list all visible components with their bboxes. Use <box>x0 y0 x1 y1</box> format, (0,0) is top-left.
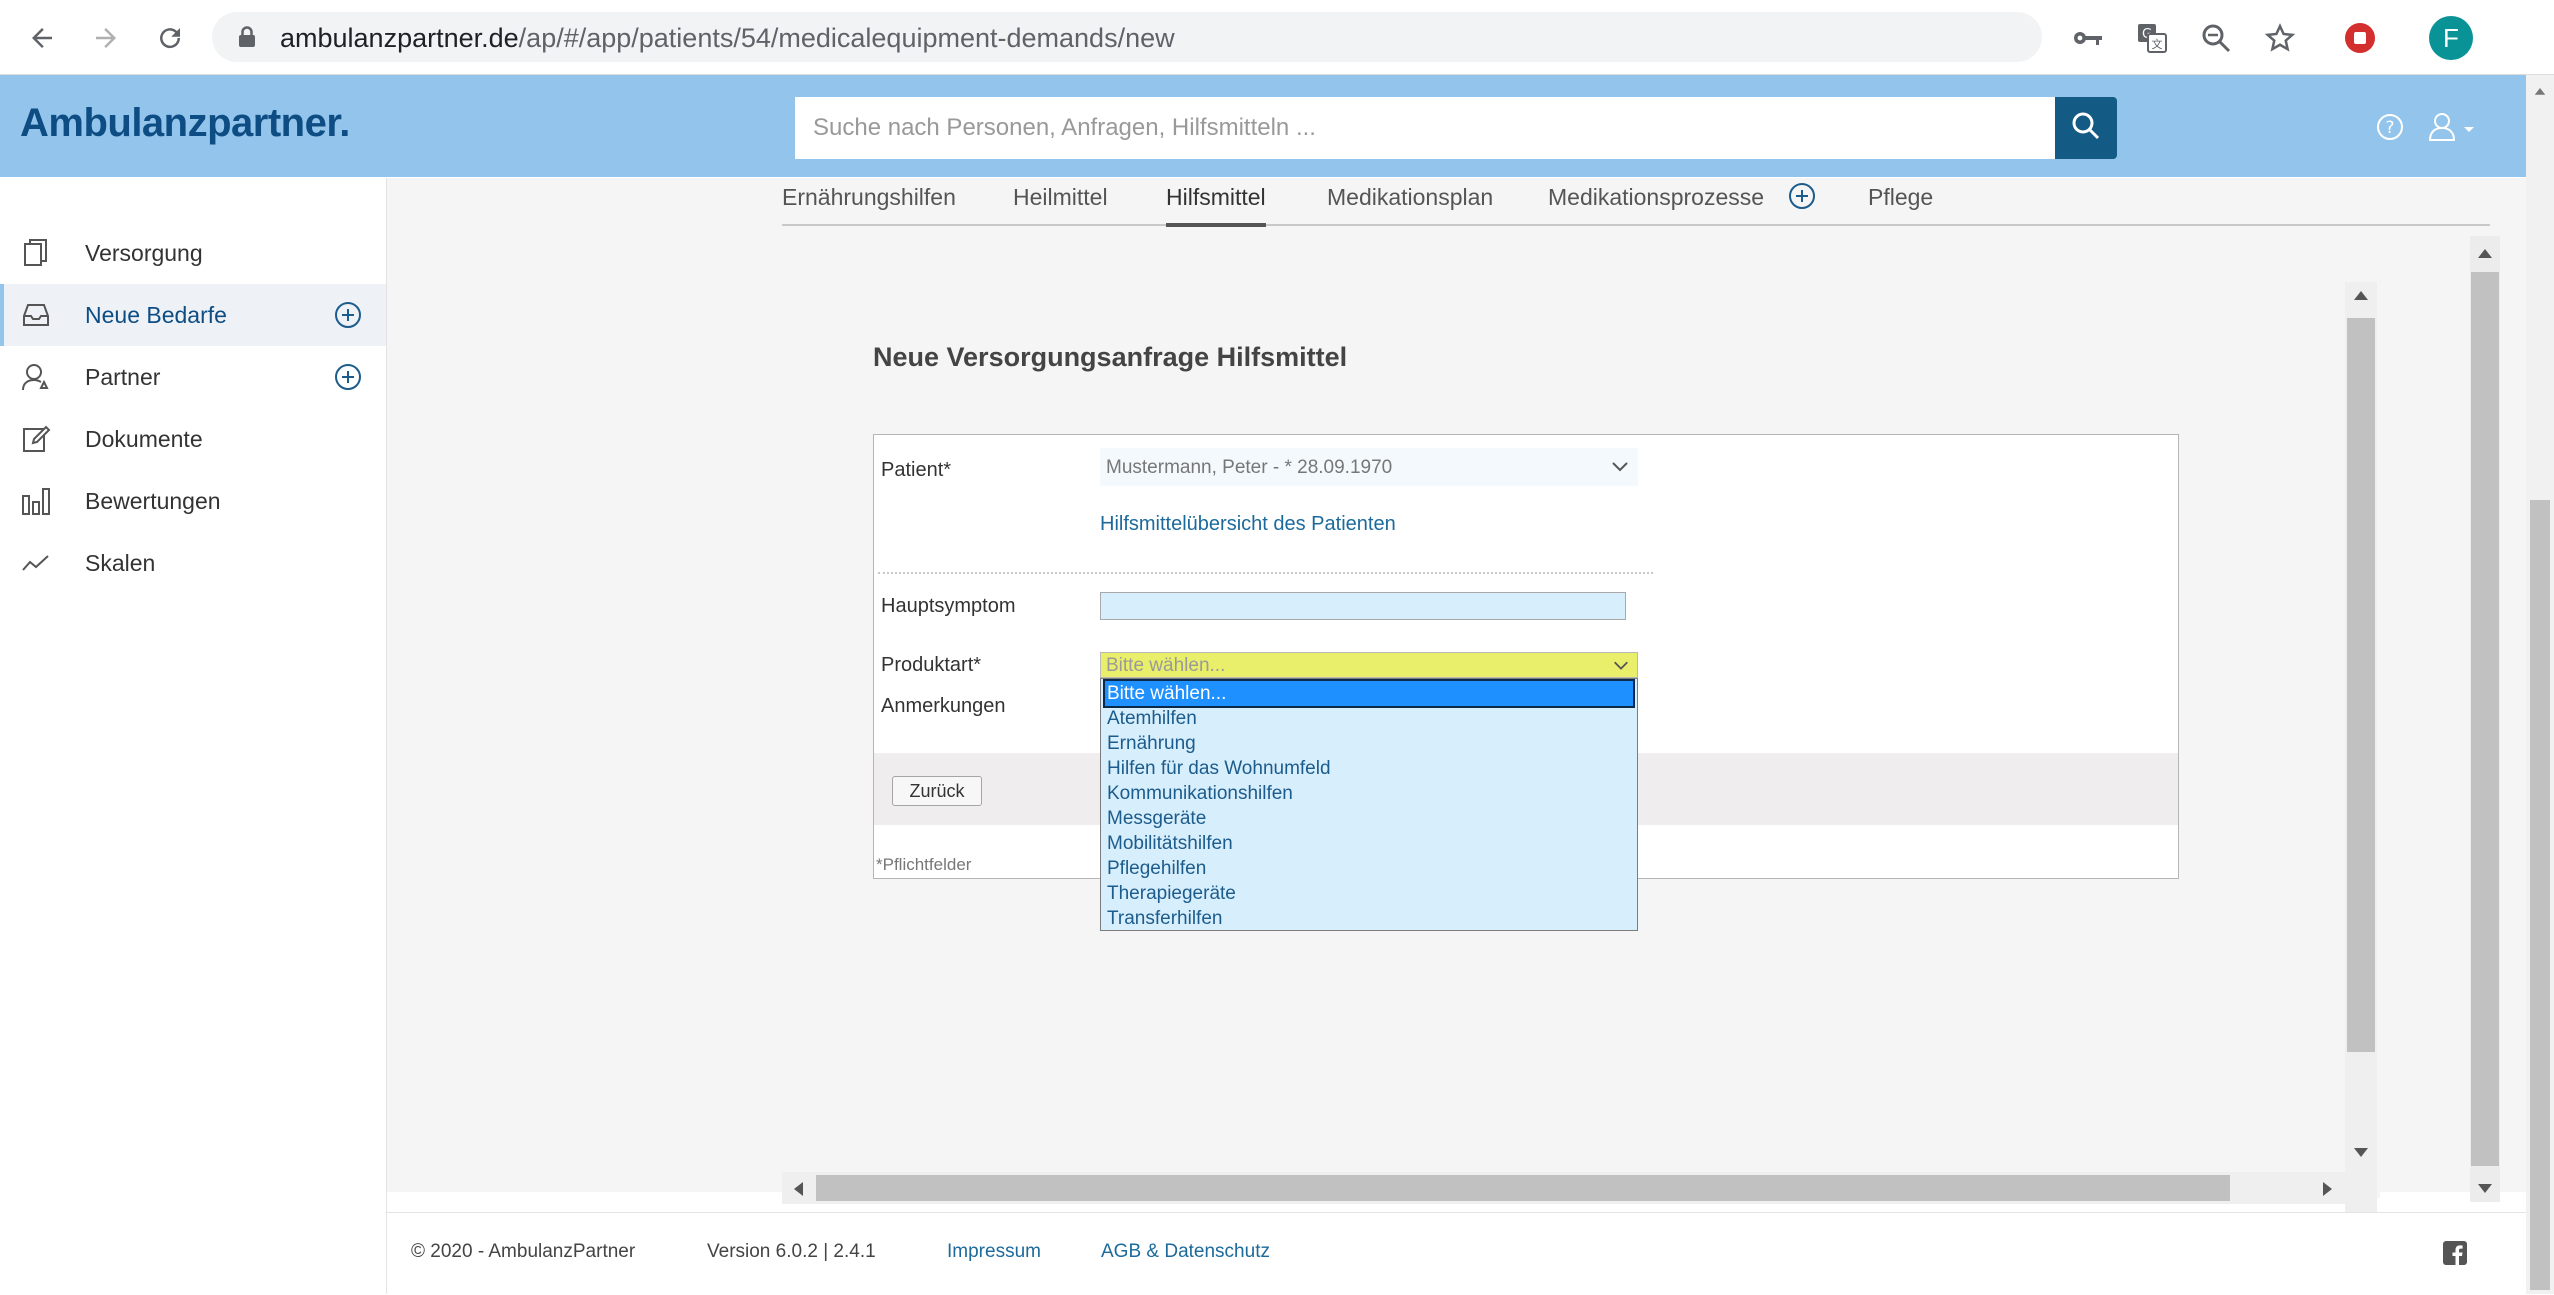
dropdown-option[interactable]: Transferhilfen <box>1105 906 1633 931</box>
add-medikationsprozess-plus-icon[interactable] <box>1788 182 1816 215</box>
sidebar-item-versorgung[interactable]: Versorgung <box>0 222 386 284</box>
scroll-up-arrow-icon[interactable] <box>2477 246 2493 264</box>
back-button[interactable]: Zurück <box>892 776 982 806</box>
app-header: Ambulanzpartner. Suche nach Personen, An… <box>0 75 2526 177</box>
scroll-down-arrow-icon[interactable] <box>2353 1146 2369 1164</box>
key-icon[interactable] <box>2070 20 2106 56</box>
version-text: Version 6.0.2 | 2.4.1 <box>707 1241 876 1262</box>
horizontal-scrollbar[interactable] <box>782 1172 2345 1204</box>
tab-heilmittel[interactable]: Heilmittel <box>1013 184 1108 211</box>
horizontal-scrollbar-thumb[interactable] <box>816 1175 2230 1201</box>
divider <box>878 572 1653 574</box>
dropdown-option[interactable]: Ernährung <box>1105 731 1633 756</box>
svg-text:?: ? <box>2385 118 2394 138</box>
scroll-right-arrow-icon[interactable] <box>2322 1181 2334 1202</box>
category-tabs: Ernährungshilfen Heilmittel Hilfsmittel … <box>782 180 2490 227</box>
sidebar-item-partner[interactable]: Partner <box>0 346 386 408</box>
dropdown-option[interactable]: Messgeräte <box>1105 806 1633 831</box>
scroll-up-arrow-icon[interactable] <box>2353 288 2369 306</box>
main-symptom-label: Hauptsymptom <box>881 595 1016 617</box>
outer-scrollbar-thumb[interactable] <box>2471 272 2499 1166</box>
help-icon[interactable]: ? <box>2376 113 2404 146</box>
outer-vertical-scrollbar[interactable] <box>2470 236 2500 1202</box>
zoom-icon[interactable] <box>2198 20 2234 56</box>
search-icon <box>2071 111 2101 146</box>
copyright-text: © 2020 - AmbulanzPartner <box>411 1241 636 1262</box>
scroll-left-arrow-icon[interactable] <box>792 1181 804 1202</box>
patient-label: Patient* <box>881 459 952 481</box>
scroll-down-arrow-icon[interactable] <box>2477 1182 2493 1200</box>
dropdown-option[interactable]: Atemhilfen <box>1105 706 1633 731</box>
sidebar: Versorgung Neue Bedarfe Partner Dokument… <box>0 178 387 1294</box>
bar-chart-icon <box>20 485 52 517</box>
translate-icon[interactable]: G文 <box>2134 20 2170 56</box>
forward-arrow-icon[interactable] <box>86 18 126 58</box>
tab-medikationsprozesse[interactable]: Medikationsprozesse <box>1548 184 1764 211</box>
dropdown-option[interactable]: Hilfen für das Wohnumfeld <box>1105 756 1633 781</box>
user-menu-icon[interactable] <box>2428 111 2480 148</box>
partner-person-icon <box>20 361 52 393</box>
reload-icon[interactable] <box>150 18 190 58</box>
required-fields-note: *Pflichtfelder <box>876 855 972 874</box>
patient-select[interactable]: Mustermann, Peter - * 28.09.1970 <box>1100 448 1638 486</box>
add-partner-plus-icon[interactable] <box>334 363 362 391</box>
page-title: Neue Versorgungsanfrage Hilfsmittel <box>873 342 1348 372</box>
documents-icon <box>20 237 52 269</box>
page-vertical-scrollbar[interactable] <box>2526 75 2554 1294</box>
back-arrow-icon[interactable] <box>22 18 62 58</box>
stop-extension-icon[interactable] <box>2342 20 2378 56</box>
patient-overview-link[interactable]: Hilfsmittelübersicht des Patienten <box>1100 513 1396 536</box>
product-type-dropdown-list: Bitte wählen... Atemhilfen Ernährung Hil… <box>1100 678 1638 931</box>
dropdown-option[interactable]: Pflegehilfen <box>1105 856 1633 881</box>
address-bar[interactable]: ambulanzpartner.de/ap/#/app/patients/54/… <box>212 12 2042 62</box>
global-search-input[interactable]: Suche nach Personen, Anfragen, Hilfsmitt… <box>795 97 2055 159</box>
remarks-label: Anmerkungen <box>881 695 1006 717</box>
add-bedarf-plus-icon[interactable] <box>334 301 362 329</box>
page-footer: © 2020 - AmbulanzPartner Version 6.0.2 |… <box>387 1212 2526 1295</box>
inner-vertical-scrollbar[interactable] <box>2345 282 2377 1212</box>
dropdown-option[interactable]: Kommunikationshilfen <box>1105 781 1633 806</box>
browser-toolbar: ambulanzpartner.de/ap/#/app/patients/54/… <box>0 0 2554 75</box>
impressum-link[interactable]: Impressum <box>947 1241 1041 1263</box>
dropdown-option[interactable]: Bitte wählen... <box>1103 679 1635 708</box>
url-text: ambulanzpartner.de/ap/#/app/patients/54/… <box>280 23 1175 53</box>
profile-avatar[interactable]: F <box>2429 16 2473 60</box>
svg-text:文: 文 <box>2152 37 2163 51</box>
tab-pflege[interactable]: Pflege <box>1868 184 1933 211</box>
main-symptom-input[interactable] <box>1100 592 1626 620</box>
inner-scrollbar-thumb[interactable] <box>2347 318 2375 1052</box>
product-type-label: Produktart* <box>881 654 982 676</box>
dropdown-option[interactable]: Mobilitätshilfen <box>1105 831 1633 856</box>
tab-hilfsmittel[interactable]: Hilfsmittel <box>1166 184 1266 227</box>
dropdown-option[interactable]: Therapiegeräte <box>1105 881 1633 906</box>
agb-datenschutz-link[interactable]: AGB & Datenschutz <box>1101 1241 1270 1263</box>
page-scrollbar-thumb[interactable] <box>2530 500 2550 1290</box>
tab-medikationsplan[interactable]: Medikationsplan <box>1327 184 1493 211</box>
facebook-icon[interactable] <box>2443 1241 2467 1270</box>
scroll-up-arrow-icon[interactable] <box>2534 83 2546 101</box>
sidebar-item-dokumente[interactable]: Dokumente <box>0 408 386 470</box>
tab-ernaehrungshilfen[interactable]: Ernährungshilfen <box>782 184 956 211</box>
sidebar-item-bewertungen[interactable]: Bewertungen <box>0 470 386 532</box>
inbox-icon <box>20 299 52 331</box>
chevron-down-icon <box>1612 656 1630 679</box>
sidebar-item-skalen[interactable]: Skalen <box>0 532 386 594</box>
lock-icon <box>238 26 256 53</box>
edit-document-icon <box>20 423 52 455</box>
app-logo[interactable]: Ambulanzpartner. <box>20 101 350 146</box>
sidebar-item-neue-bedarfe[interactable]: Neue Bedarfe <box>0 284 386 346</box>
search-button[interactable] <box>2055 97 2117 159</box>
bookmark-star-icon[interactable] <box>2262 20 2298 56</box>
product-type-select[interactable]: Bitte wählen... <box>1100 652 1638 678</box>
chevron-down-icon <box>1610 456 1630 482</box>
line-chart-icon <box>20 547 52 579</box>
